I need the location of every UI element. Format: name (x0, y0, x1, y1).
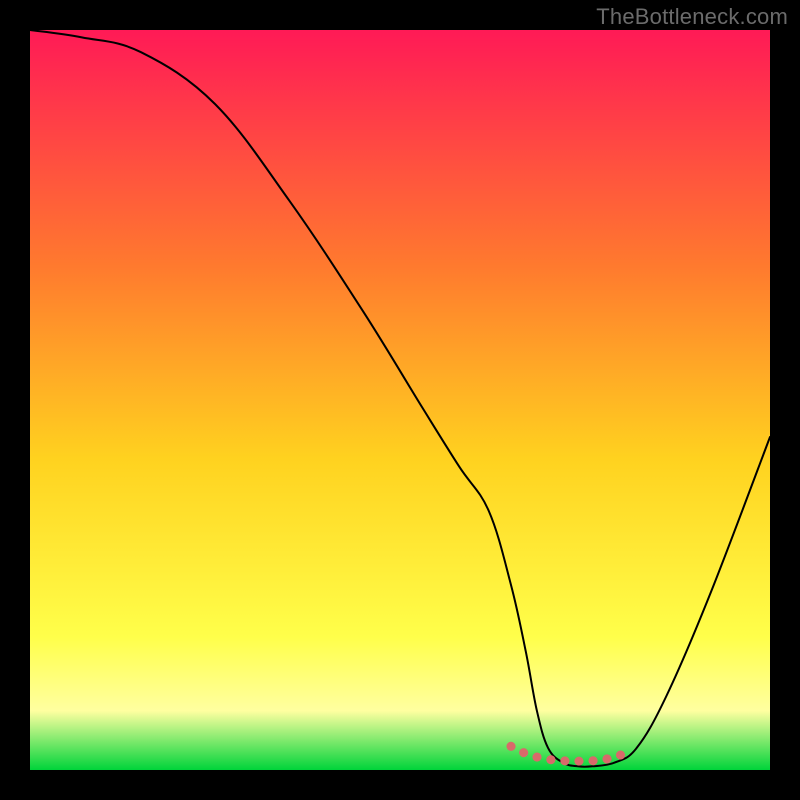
gradient-background (30, 30, 770, 770)
chart-frame: TheBottleneck.com (0, 0, 800, 800)
chart-svg (30, 30, 770, 770)
chart-area (30, 30, 770, 770)
watermark-text: TheBottleneck.com (596, 4, 788, 30)
